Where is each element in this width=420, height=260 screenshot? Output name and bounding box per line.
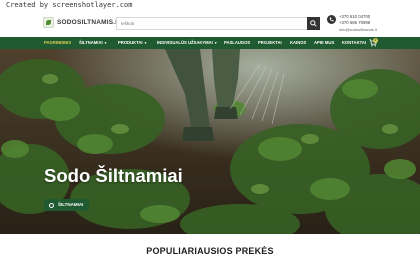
watermark: Created by screenshotlayer.com (6, 1, 133, 9)
hero-banner: Sodo Šiltnamiai ŠILTNAMIAI (0, 49, 420, 234)
nav-item-label: PASLAUGOS (224, 40, 251, 45)
nav-item-label: INDIVIDUALŪS UŽSAKYMAI (157, 40, 213, 45)
nav-item-individualus-uzsakymai[interactable]: INDIVIDUALŪS UŽSAKYMAI ▾ (157, 37, 217, 49)
nav-item-label: PROJEKTAI (258, 40, 282, 45)
nav-item-paslaugos[interactable]: PASLAUGOS (224, 37, 250, 49)
nav-item-label: KONTAKTAI (342, 40, 367, 45)
main-nav: PAGRINDINIS ŠILTNAMIAI ▾ PRODUKTAI ▾ INDIV… (0, 37, 420, 49)
nav-item-apie-mus[interactable]: APIE MUS (314, 37, 334, 49)
hero-title: Sodo Šiltnamiai (44, 165, 183, 186)
nav-item-siltnamiai[interactable]: ŠILTNAMIAI ▾ (79, 37, 106, 49)
chevron-down-icon: ▾ (214, 41, 217, 45)
chevron-down-icon: ▾ (104, 41, 107, 45)
phone-icon (327, 15, 336, 24)
hero-button-label: ŠILTNAMIAI (58, 202, 84, 207)
nav-item-label: PAGRINDINIS (44, 40, 72, 45)
leaf-logo-icon (43, 17, 54, 28)
nav-item-kainos[interactable]: KAINOS (290, 37, 306, 49)
nav-item-label: ŠILTNAMIAI (79, 40, 103, 45)
nav-item-projektai[interactable]: PROJEKTAI (258, 37, 282, 49)
nav-item-pagrindinis[interactable]: PAGRINDINIS (44, 37, 71, 49)
phone-number-2[interactable]: +370 686 70998 (339, 20, 370, 25)
nav-item-label: KAINOS (290, 40, 307, 45)
hero-siltnamiai-button[interactable]: ŠILTNAMIAI (44, 199, 90, 211)
search-input[interactable] (116, 17, 307, 30)
site-logo[interactable]: SODOSILTNAMIS.LT (43, 17, 123, 28)
logo-text: SODOSILTNAMIS.LT (57, 19, 124, 26)
search-icon (310, 20, 317, 27)
nav-item-kontaktai[interactable]: KONTAKTAI (342, 37, 366, 49)
search-button[interactable] (307, 17, 320, 30)
contact-info: +370 610 04700 +370 686 70998 info@sodos… (327, 13, 412, 35)
cart-count-badge: 0 (373, 38, 378, 43)
popular-products-section: POPULIARIAUSIOS PREKĖS (0, 234, 420, 260)
search-bar (116, 17, 320, 30)
chevron-down-icon: ▾ (144, 41, 147, 45)
section-title: POPULIARIAUSIOS PREKĖS (146, 246, 274, 256)
nav-item-label: PRODUKTAI (118, 40, 143, 45)
nav-item-produktai[interactable]: PRODUKTAI ▾ (118, 37, 146, 49)
circle-icon (49, 202, 54, 208)
nav-item-label: APIE MUS (314, 40, 335, 45)
phone-number-1[interactable]: +370 610 04700 (339, 14, 370, 19)
email-link[interactable]: info@sodosiltnamis.lt (339, 27, 377, 32)
